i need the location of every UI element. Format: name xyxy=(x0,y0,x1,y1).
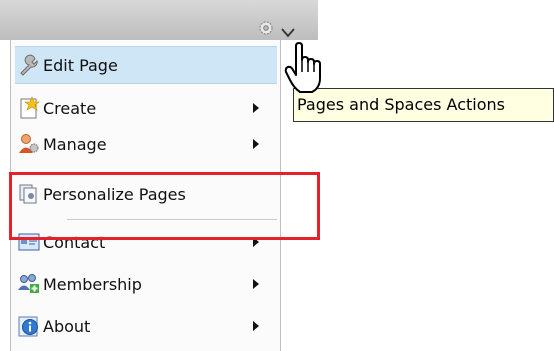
menu-item-label: Manage xyxy=(43,134,107,154)
gear-icon[interactable] xyxy=(258,20,274,36)
menu-item-create[interactable]: Create xyxy=(15,90,277,126)
about-icon xyxy=(18,316,38,337)
menu-item-label: Membership xyxy=(43,274,142,294)
manage-icon xyxy=(19,134,39,153)
create-icon xyxy=(20,96,40,119)
menu-item-manage[interactable]: Manage xyxy=(15,126,277,162)
annotation-highlight-box xyxy=(9,172,320,240)
submenu-arrow-icon xyxy=(253,321,259,331)
header-bar xyxy=(0,0,318,40)
menu-item-membership[interactable]: Membership xyxy=(15,266,277,302)
tooltip-text: Pages and Spaces Actions xyxy=(297,95,505,114)
menu-item-edit-page[interactable]: Edit Page xyxy=(15,46,277,84)
edit-page-icon xyxy=(20,54,38,76)
menu-item-label: About xyxy=(43,316,91,336)
submenu-arrow-icon xyxy=(253,139,259,149)
tooltip: Pages and Spaces Actions xyxy=(293,88,554,122)
membership-icon xyxy=(18,274,39,293)
submenu-arrow-icon xyxy=(253,279,259,289)
menu-item-about[interactable]: About xyxy=(15,308,277,344)
hand-cursor-icon xyxy=(284,42,321,93)
menu-item-label: Create xyxy=(43,98,97,118)
chevron-down-icon[interactable] xyxy=(281,27,295,39)
menu-item-label: Edit Page xyxy=(43,55,118,75)
submenu-arrow-icon xyxy=(253,103,259,113)
